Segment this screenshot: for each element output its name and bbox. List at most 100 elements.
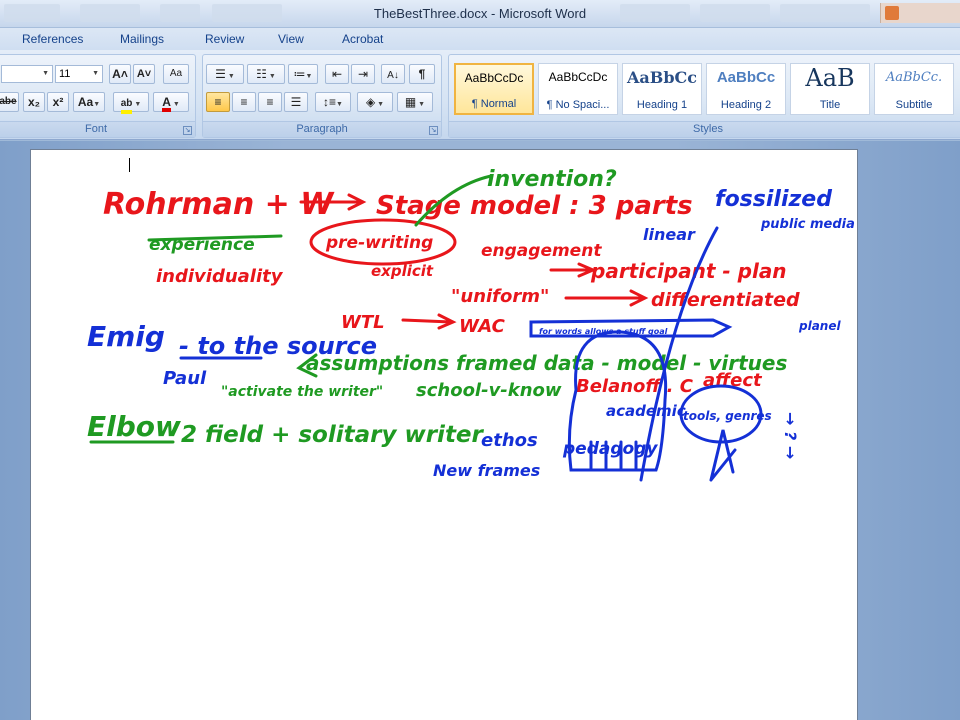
font-group: ▼ 11 ▼ A˄ A˅ Aa abe x₂ x² Aa▼ ab ▼ A ▼ Fo… [0,54,196,138]
style-heading-2[interactable]: AaBbCc Heading 2 [706,63,786,115]
align-left-icon: ≡ [214,95,222,109]
font-dialog-launcher[interactable]: ↘ [183,126,192,135]
multilevel-list-icon: ≔ [293,67,306,81]
document-area[interactable]: Rohrman + W Stage model : 3 parts pre-wr… [0,141,960,720]
ink-fossilized: fossilized [715,187,832,212]
paragraph-group-label: Paragraph [203,121,441,137]
ink-differentiated: differentiated [651,289,800,311]
font-group-label: Font [0,121,195,137]
font-size-field[interactable]: 11 ▼ [55,65,103,83]
bullets-button[interactable]: ☰ ▼ [206,64,244,84]
tab-view[interactable]: View [278,32,304,46]
font-color-button[interactable]: A ▼ [153,92,189,112]
shading-button[interactable]: ◈ ▼ [357,92,393,112]
tab-review[interactable]: Review [205,32,244,46]
paragraph-dialog-launcher[interactable]: ↘ [429,126,438,135]
ink-uniform: "uniform" [451,286,549,307]
bullet-list-icon: ☰ [215,67,226,81]
numbered-list-icon: ☷ [256,67,267,81]
font-name-field[interactable]: ▼ [1,65,53,83]
ink-academic: academic [606,402,686,420]
ink-wtl: WTL [341,312,385,333]
ink-belanoff: Belanoff . C [576,376,694,397]
document-page[interactable]: Rohrman + W Stage model : 3 parts pre-wr… [30,149,858,720]
ribbon-tabs: References Mailings Review View Acrobat [0,28,960,50]
ink-arrow [401,313,457,330]
ink-ethos: ethos [481,430,538,451]
grow-font-button[interactable]: A˄ [109,64,131,84]
numbering-button[interactable]: ☷ ▼ [247,64,285,84]
text-highlight-button[interactable]: ab ▼ [113,92,149,114]
align-left-button[interactable]: ≡ [206,92,230,112]
align-right-button[interactable]: ≡ [258,92,282,112]
show-formatting-button[interactable]: ¶ [409,64,435,84]
highlighter-icon: ab [120,98,133,114]
ink-linear: linear [643,225,696,244]
tab-references[interactable]: References [22,32,83,46]
ink-emig: Emig [87,320,165,353]
styles-group: AaBbCcDc ¶ Normal AaBbCcDc ¶ No Spaci...… [448,54,960,138]
sort-button[interactable]: A↓ [381,64,405,84]
ink-field: 2 field + solitary writer [181,422,485,448]
justify-button[interactable]: ☰ [284,92,308,112]
justify-icon: ☰ [290,95,302,109]
window-title: TheBestThree.docx - Microsoft Word [373,6,587,21]
ink-rohrman: Rohrman + W [103,187,335,222]
ink-assumptions: assumptions framed data - model - virtue… [306,351,787,375]
align-right-icon: ≡ [266,95,274,109]
ink-new-frames: New frames [433,461,540,480]
style-normal[interactable]: AaBbCcDc ¶ Normal [454,63,534,115]
ink-invention: invention? [487,167,617,192]
ink-marks [709,429,737,482]
line-spacing-button[interactable]: ↕≡▼ [315,92,351,112]
style-title[interactable]: AaB Title [790,63,870,115]
superscript-button[interactable]: x² [47,92,69,112]
shrink-font-button[interactable]: A˅ [133,64,155,84]
ribbon: ▼ 11 ▼ A˄ A˅ Aa abe x₂ x² Aa▼ ab ▼ A ▼ Fo… [0,50,960,140]
border-icon: ▦ [404,95,417,109]
ink-individuality: individuality [156,266,284,287]
outdent-icon: ⇤ [331,67,343,81]
subscript-button[interactable]: x₂ [23,92,45,112]
paragraph-group: ☰ ▼ ☷ ▼ ≔▼ ⇤ ⇥ A↓ ¶ ≡ ≡ ≡ ☰ ↕≡▼ ◈ ▼ ▦ ▼ … [202,54,442,138]
clear-formatting-button[interactable]: Aa [163,64,189,84]
ink-school: school-v-know [416,380,562,401]
ink-pre-writing: pre-writing [325,233,433,253]
title-bar: TheBestThree.docx - Microsoft Word [0,0,960,28]
ink-elbow: Elbow [87,410,181,443]
style-no-spacing[interactable]: AaBbCcDc ¶ No Spaci... [538,63,618,115]
borders-button[interactable]: ▦ ▼ [397,92,433,112]
eraser-icon: Aa [169,68,183,79]
strikethrough-button[interactable]: abe [0,92,19,112]
increase-indent-button[interactable]: ⇥ [351,64,375,84]
ink-participant: participant - plan [590,259,787,283]
sort-icon: A↓ [387,70,399,81]
change-case-button[interactable]: Aa▼ [73,92,105,112]
styles-group-label: Styles [449,121,960,137]
align-center-icon: ≡ [240,95,248,109]
ink-arrow [549,262,597,278]
indent-icon: ⇥ [357,67,369,81]
align-center-button[interactable]: ≡ [232,92,256,112]
ink-activate: "activate the writer" [221,384,383,400]
ink-paul: Paul [163,368,207,389]
ink-planel: planel [798,319,841,333]
pilcrow-icon: ¶ [418,67,426,81]
recorder-tab[interactable] [880,3,960,23]
ink-source: - to the source [179,332,377,360]
camera-icon [885,6,899,20]
style-subtitle[interactable]: AaBbCc. Subtitle [874,63,954,115]
ink-engagement: engagement [481,241,602,261]
ink-wac: WAC [459,316,506,337]
ink-annotations: Rohrman + W Stage model : 3 parts pre-wr… [87,167,855,482]
ink-cycle: → ? → [781,412,800,459]
tab-mailings[interactable]: Mailings [120,32,164,46]
multilevel-list-button[interactable]: ≔▼ [288,64,318,84]
decrease-indent-button[interactable]: ⇤ [325,64,349,84]
paint-bucket-icon: ◈ [365,95,376,109]
ink-arrow [564,289,649,307]
line-spacing-icon: ↕≡ [323,95,337,109]
style-heading-1[interactable]: AaBbCc Heading 1 [622,63,702,115]
ink-public-media: public media [760,217,855,232]
tab-acrobat[interactable]: Acrobat [342,32,383,46]
